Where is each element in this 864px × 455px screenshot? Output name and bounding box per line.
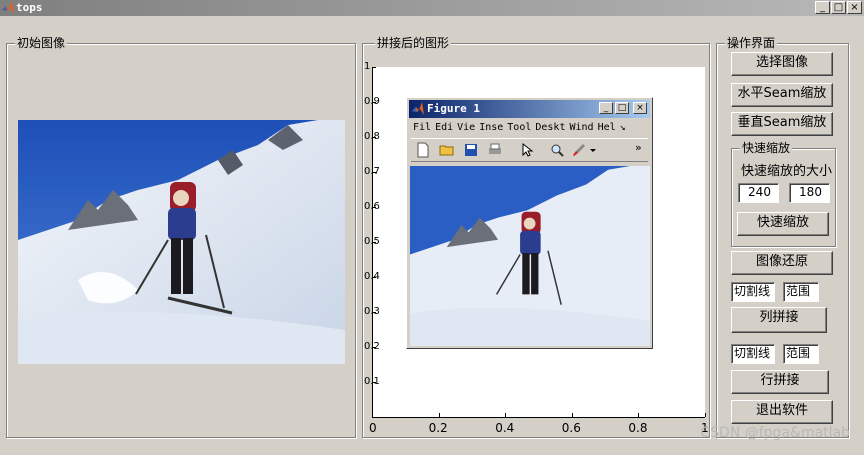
original-image	[18, 120, 345, 364]
x-tick-label: 0.6	[561, 421, 581, 435]
stitched-panel-title: 拼接后的图形	[375, 36, 452, 50]
x-tick-mark	[372, 413, 373, 417]
menu-dock-arrow[interactable]: ↘	[620, 122, 626, 133]
row-cut-line-input[interactable]: 切割线	[731, 344, 775, 364]
y-tick-label: 0.8	[364, 131, 380, 142]
y-tick-label: 0.3	[364, 306, 380, 317]
matlab-logo-icon	[2, 1, 14, 14]
x-tick-label: 0.8	[628, 421, 648, 435]
new-file-icon[interactable]	[415, 142, 431, 158]
y-tick-label: 0.5	[364, 236, 380, 247]
original-panel-title: 初始图像	[15, 36, 68, 50]
column-range-input[interactable]: 范围	[783, 282, 819, 302]
menu-window[interactable]: Wind	[569, 122, 593, 133]
operations-panel-title: 操作界面	[725, 36, 778, 50]
select-image-button[interactable]: 选择图像	[731, 52, 833, 76]
column-stitch-button[interactable]: 列拼接	[731, 307, 827, 333]
figure-window[interactable]: Figure 1 _ □ × Fil Edi Vie Inse Tool Deskt Win…	[406, 97, 653, 349]
menu-help[interactable]: Hel	[598, 122, 616, 133]
brush-icon[interactable]	[571, 142, 587, 158]
close-button[interactable]: ×	[847, 1, 862, 14]
y-tick-label: 0.6	[364, 201, 380, 212]
figure-close-button[interactable]: ×	[633, 102, 647, 114]
y-tick-label: 0.4	[364, 271, 380, 282]
open-folder-icon[interactable]	[439, 142, 455, 158]
menu-edit[interactable]: Edi	[435, 122, 453, 133]
x-tick-label: 0.4	[495, 421, 515, 435]
vertical-seam-button[interactable]: 垂直Seam缩放	[731, 112, 833, 136]
column-cut-line-input[interactable]: 切割线	[731, 282, 775, 302]
figure-toolbar: »	[411, 138, 648, 162]
figure-image	[410, 166, 650, 346]
quick-scale-size-label: 快速缩放的大小	[741, 164, 833, 179]
menu-insert[interactable]: Inse	[479, 122, 503, 133]
exit-software-button[interactable]: 退出软件	[731, 400, 833, 424]
row-range-input[interactable]: 范围	[783, 344, 819, 364]
csdn-watermark: CSDN @fpga&matlab	[700, 425, 850, 441]
save-icon[interactable]	[463, 142, 479, 158]
quick-width-input[interactable]: 240	[738, 183, 779, 203]
restore-image-button[interactable]: 图像还原	[731, 251, 833, 275]
figure-title-bar[interactable]: Figure 1 _ □ ×	[409, 100, 650, 118]
matlab-logo-icon	[412, 102, 424, 115]
x-tick-mark	[505, 413, 507, 417]
toolbar-overflow-icon[interactable]: »	[635, 141, 642, 154]
x-tick-label: 0	[369, 421, 377, 435]
figure-menu-bar: Fil Edi Vie Inse Tool Deskt Wind Hel ↘	[413, 122, 630, 133]
figure-title: Figure 1	[427, 102, 480, 115]
menu-tools[interactable]: Tool	[507, 122, 531, 133]
y-tick-mark	[372, 67, 376, 68]
figure-maximize-button[interactable]: □	[615, 102, 629, 114]
figure-minimize-button[interactable]: _	[599, 102, 613, 114]
row-stitch-button[interactable]: 行拼接	[731, 370, 829, 394]
menu-view[interactable]: Vie	[457, 122, 475, 133]
y-tick-label: 0.9	[364, 96, 380, 107]
y-tick-label: 0.1	[364, 376, 380, 387]
skier-photo-scaled	[410, 166, 650, 346]
x-tick-label: 0.2	[428, 421, 448, 435]
y-tick-label: 1	[364, 61, 371, 72]
quick-scale-group-title: 快速缩放	[740, 141, 793, 155]
zoom-in-icon[interactable]	[549, 142, 565, 158]
skier-photo	[18, 120, 345, 364]
print-icon[interactable]	[487, 142, 503, 158]
pointer-icon[interactable]	[519, 142, 535, 158]
y-tick-label: 0.7	[364, 166, 380, 177]
x-tick-mark	[571, 413, 573, 417]
horizontal-seam-button[interactable]: 水平Seam缩放	[731, 83, 833, 107]
quick-height-input[interactable]: 180	[789, 183, 830, 203]
window-title: tops	[16, 1, 43, 14]
quick-scale-button[interactable]: 快速缩放	[737, 212, 829, 236]
window-title-bar[interactable]: tops _ □ ×	[0, 0, 864, 16]
y-tick-label: 0.2	[364, 341, 380, 352]
dropdown-arrow-icon[interactable]	[589, 142, 597, 158]
minimize-button[interactable]: _	[815, 1, 830, 14]
x-tick-mark	[705, 413, 706, 417]
x-axis-line	[372, 417, 705, 418]
menu-desktop[interactable]: Deskt	[535, 122, 565, 133]
menu-file[interactable]: Fil	[413, 122, 431, 133]
x-tick-mark	[438, 413, 440, 417]
maximize-button[interactable]: □	[831, 1, 846, 14]
x-tick-mark	[638, 413, 640, 417]
